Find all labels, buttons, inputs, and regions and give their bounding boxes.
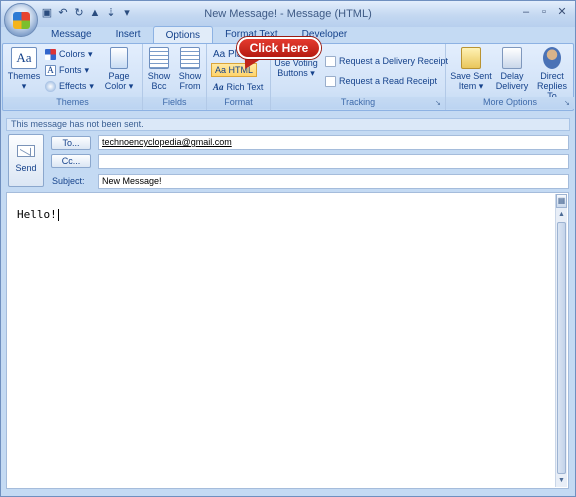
show-from-button[interactable]: Show From [175, 47, 205, 91]
ruler-toggle-icon[interactable]: ▦ [556, 194, 567, 208]
quick-access-toolbar: ▣ ↶ ↻ ▲ ⇣ ▾ [41, 7, 133, 19]
message-window: New Message! - Message (HTML) ▣ ↶ ↻ ▲ ⇣ … [0, 0, 576, 497]
tab-options[interactable]: Options [152, 26, 214, 44]
delivery-receipt-check [325, 55, 336, 67]
vertical-scrollbar[interactable]: ▦ ▲ ▼ [555, 194, 567, 487]
delivery-receipt-checkbox[interactable]: Request a Delivery Receipt [325, 54, 448, 68]
effects-button[interactable]: Effects ▾ [45, 79, 94, 93]
to-button[interactable]: To... [51, 136, 91, 150]
direct-replies-button[interactable]: Direct Replies To [532, 47, 572, 101]
scroll-down-icon[interactable]: ▼ [556, 475, 567, 486]
tracking-group-label: Tracking [271, 97, 445, 109]
customize-qat-icon[interactable]: ▾ [121, 7, 133, 19]
send-envelope-icon [17, 145, 35, 157]
close-button[interactable]: ✕ [555, 6, 569, 20]
fonts-button[interactable]: A Fonts ▾ [45, 63, 89, 77]
rich-text-icon: Aa [213, 82, 224, 92]
scrollbar-thumb[interactable] [557, 222, 566, 474]
themes-button[interactable]: Aa Themes ▾ [7, 47, 41, 91]
scroll-up-icon[interactable]: ▲ [556, 209, 567, 220]
office-logo-icon [13, 12, 30, 29]
arrow-up-icon[interactable]: ▲ [89, 7, 101, 19]
to-field[interactable]: technoencyclopedia@gmail.com [98, 135, 569, 150]
delay-delivery-icon [502, 47, 522, 69]
maximize-button[interactable]: ▫ [537, 6, 551, 20]
effects-icon [45, 80, 56, 92]
window-controls: – ▫ ✕ [519, 6, 569, 20]
show-from-icon [180, 47, 200, 69]
save-sent-item-button[interactable]: Save Sent Item ▾ [450, 47, 492, 91]
subject-field[interactable]: New Message! [98, 174, 569, 189]
click-here-callout: Click Here [237, 37, 321, 59]
fields-group-label: Fields [143, 97, 206, 109]
save-icon[interactable]: ▣ [41, 7, 53, 19]
text-caret [57, 209, 59, 221]
message-body-text[interactable]: Hello! [17, 208, 59, 221]
read-receipt-check [325, 75, 336, 87]
undo-icon[interactable]: ↶ [57, 7, 69, 19]
themes-icon: Aa [11, 47, 37, 69]
colors-button[interactable]: Colors ▾ [45, 47, 93, 61]
info-bar: This message has not been sent. [6, 118, 570, 131]
redo-icon[interactable]: ↻ [73, 7, 85, 19]
colors-icon [45, 48, 56, 60]
delay-delivery-button[interactable]: Delay Delivery [494, 47, 530, 91]
page-color-icon [110, 47, 128, 69]
message-body-editor[interactable]: Hello! ▦ ▲ ▼ [6, 192, 569, 489]
direct-replies-icon [543, 47, 561, 69]
tracking-dialog-launcher-icon[interactable]: ↘ [435, 100, 443, 108]
read-receipt-checkbox[interactable]: Request a Read Receipt [325, 74, 437, 88]
office-button[interactable] [4, 3, 38, 37]
use-voting-buttons-button[interactable]: Use Voting Buttons ▾ [273, 58, 319, 78]
title-bar: New Message! - Message (HTML) ▣ ↶ ↻ ▲ ⇣ … [1, 1, 575, 27]
cc-button[interactable]: Cc... [51, 154, 91, 168]
rich-text-button[interactable]: Aa Rich Text [213, 80, 263, 94]
send-button[interactable]: Send [8, 134, 44, 187]
subject-label: Subject: [52, 176, 85, 186]
fonts-icon: A [45, 64, 56, 76]
more-options-group: Save Sent Item ▾ Delay Delivery Direct R… [446, 44, 574, 110]
tab-message[interactable]: Message [39, 26, 104, 44]
show-bcc-icon [149, 47, 169, 69]
page-color-button[interactable]: Page Color ▾ [103, 47, 135, 91]
more-options-group-label: More Options [446, 97, 574, 109]
cc-field[interactable] [98, 154, 569, 169]
more-options-dialog-launcher-icon[interactable]: ↘ [564, 100, 572, 108]
minimize-button[interactable]: – [519, 6, 533, 20]
format-group-label: Format [207, 97, 270, 109]
tab-insert[interactable]: Insert [104, 26, 153, 44]
themes-group-label: Themes [3, 97, 142, 109]
save-sent-icon [461, 47, 481, 69]
fields-group: Show Bcc Show From Fields [143, 44, 207, 110]
arrow-down-icon[interactable]: ⇣ [105, 7, 117, 19]
show-bcc-button[interactable]: Show Bcc [145, 47, 173, 91]
themes-group: Aa Themes ▾ Colors ▾ A Fonts ▾ Effects ▾ Pa… [3, 44, 143, 110]
